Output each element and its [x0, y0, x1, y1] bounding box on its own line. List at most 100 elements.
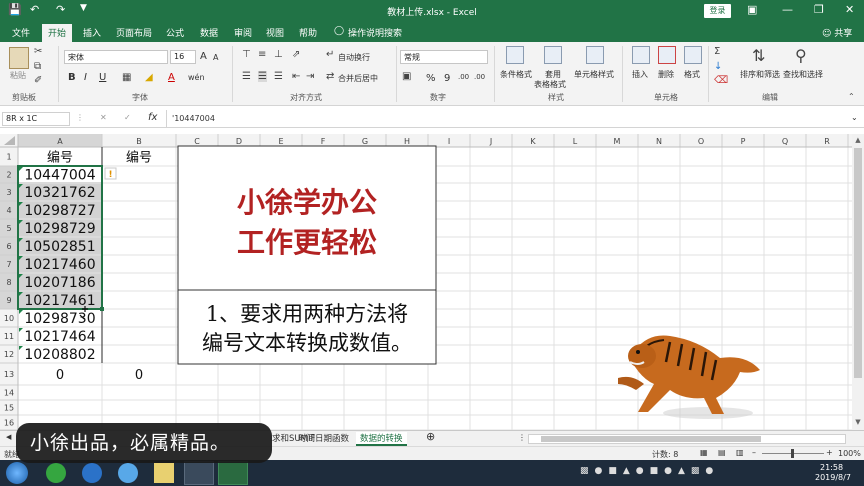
fill-handle[interactable] — [100, 307, 104, 311]
delete-cells-button[interactable]: 删除 — [658, 69, 674, 80]
find-select-icon[interactable]: ⚲ — [795, 46, 807, 65]
cell-a12[interactable]: 10208802 — [24, 347, 95, 363]
fill-color-icon[interactable]: ◢ — [145, 72, 153, 83]
wrap-text-button[interactable]: 自动换行 — [338, 52, 370, 63]
orientation-icon[interactable]: ⇗ — [292, 49, 300, 60]
tab-review[interactable]: 审阅 — [234, 26, 252, 39]
column-header[interactable]: D — [236, 137, 242, 146]
borders-icon[interactable]: ▦ — [122, 72, 131, 83]
row-header[interactable]: 3 — [6, 188, 11, 197]
tab-data[interactable]: 数据 — [200, 26, 218, 39]
align-right-icon[interactable]: ☰ — [274, 71, 283, 82]
column-header[interactable]: I — [448, 137, 450, 146]
font-size-select[interactable]: 16 — [170, 50, 196, 64]
sort-filter-button[interactable]: 排序和筛选 — [740, 69, 780, 80]
cancel-entry-icon[interactable]: ✕ — [100, 113, 107, 122]
collapse-ribbon-icon[interactable]: ⌃ — [848, 92, 855, 101]
cell-styles-button[interactable]: 单元格样式 — [574, 69, 614, 80]
decrease-font-icon[interactable]: A — [213, 53, 218, 62]
app-icon-k[interactable] — [82, 463, 102, 483]
tab-page-layout[interactable]: 页面布局 — [116, 26, 152, 39]
scroll-up-icon[interactable]: ▲ — [853, 136, 863, 146]
align-center-icon[interactable]: ☰ — [258, 71, 267, 82]
cell-b1[interactable]: 编号 — [126, 151, 152, 166]
column-header[interactable]: Q — [782, 137, 788, 146]
cell-a3[interactable]: 10321762 — [24, 185, 95, 201]
clock-date[interactable]: 2019/8/7 — [815, 473, 851, 482]
close-icon[interactable]: ✕ — [845, 3, 854, 16]
tell-me-search[interactable]: 操作说明搜索 — [348, 26, 402, 39]
accounting-format-icon[interactable]: ▣ — [402, 71, 411, 82]
row-header[interactable]: 9 — [6, 296, 11, 305]
row-header[interactable]: 14 — [4, 389, 14, 398]
increase-font-icon[interactable]: A — [200, 51, 207, 62]
row-header[interactable]: 4 — [6, 206, 11, 215]
sort-filter-icon[interactable]: ⇅ — [752, 46, 765, 65]
column-header[interactable]: K — [530, 137, 536, 146]
tab-formulas[interactable]: 公式 — [166, 26, 184, 39]
app-icon-cloud[interactable] — [118, 463, 138, 483]
horizontal-scrollbar-thumb[interactable] — [541, 436, 761, 442]
cell-a7[interactable]: 10217460 — [24, 257, 95, 273]
phonetic-button[interactable]: wén — [188, 73, 205, 82]
row-header[interactable]: 15 — [4, 404, 14, 413]
insert-cells-button[interactable]: 插入 — [632, 69, 648, 80]
underline-button[interactable]: U — [99, 72, 106, 83]
conditional-formatting-button[interactable]: 条件格式 — [500, 69, 532, 80]
cut-icon[interactable]: ✂ — [34, 46, 42, 57]
horizontal-scrollbar[interactable] — [528, 434, 846, 444]
expand-formula-icon[interactable]: ⌄ — [851, 113, 858, 122]
sheet-tab-datetime-functions[interactable]: 时间日期函数 — [298, 432, 349, 444]
delete-cells-icon[interactable] — [658, 46, 676, 64]
increase-indent-icon[interactable]: ⇥ — [306, 71, 314, 82]
vertical-scrollbar[interactable]: ▲ ▼ — [852, 134, 864, 430]
cell-a11[interactable]: 10217464 — [24, 329, 95, 345]
clear-icon[interactable]: ⌫ — [714, 75, 728, 86]
cell-a5[interactable]: 10298729 — [24, 221, 95, 237]
app-icon-folder[interactable] — [184, 461, 214, 485]
merge-center-icon[interactable]: ⇄ — [326, 71, 334, 82]
row-header[interactable]: 1 — [6, 153, 11, 162]
paste-icon[interactable] — [9, 47, 29, 69]
align-middle-icon[interactable]: ≡ — [258, 49, 266, 60]
formula-input[interactable]: '10447004 — [172, 114, 215, 123]
cell-a6[interactable]: 10502851 — [24, 239, 95, 255]
align-bottom-icon[interactable]: ⊥ — [274, 49, 283, 60]
row-header[interactable]: 2 — [6, 171, 11, 180]
cell-a13[interactable]: 0 — [56, 368, 64, 383]
tab-home[interactable]: 开始 — [42, 24, 73, 42]
format-painter-icon[interactable]: ✐ — [34, 75, 42, 86]
copy-icon[interactable]: ⧉ — [34, 61, 41, 72]
minimize-icon[interactable]: — — [782, 3, 793, 16]
app-icon-media[interactable] — [154, 463, 174, 483]
format-cells-button[interactable]: 格式 — [684, 69, 700, 80]
format-as-table-label-2[interactable]: 表格格式 — [534, 79, 566, 90]
restore-icon[interactable]: ❐ — [814, 3, 824, 16]
cell-styles-icon[interactable] — [586, 46, 604, 64]
row-header[interactable]: 13 — [4, 370, 14, 379]
name-box[interactable]: 8R x 1C — [2, 112, 70, 126]
column-header[interactable]: N — [656, 137, 662, 146]
warning-icon[interactable]: ! — [108, 170, 112, 180]
add-sheet-icon[interactable]: ⊕ — [426, 430, 435, 443]
cell-a4[interactable]: 10298727 — [24, 203, 95, 219]
page-layout-view-icon[interactable]: ▤ — [718, 448, 726, 457]
italic-button[interactable]: I — [84, 72, 87, 83]
login-button[interactable]: 登录 — [704, 4, 731, 18]
ribbon-display-options-icon[interactable]: ▣ — [747, 3, 757, 16]
row-header[interactable]: 6 — [6, 242, 11, 251]
column-header[interactable]: B — [136, 137, 142, 146]
wrap-text-icon[interactable]: ↵ — [326, 49, 334, 60]
row-header[interactable]: 10 — [4, 314, 14, 323]
comma-button[interactable]: 9 — [444, 73, 450, 84]
system-tray[interactable]: ▩●■▲●■●▲▩● — [580, 466, 780, 480]
cell-a2[interactable]: 10447004 — [24, 168, 95, 184]
zoom-slider-thumb[interactable] — [791, 449, 794, 458]
zoom-level[interactable]: 100% — [838, 449, 861, 458]
row-header[interactable]: 12 — [4, 350, 14, 359]
column-header[interactable]: L — [573, 137, 578, 146]
autosum-icon[interactable]: Σ — [714, 46, 720, 57]
sheet-tab-data-conversion[interactable]: 数据的转换 — [356, 432, 407, 446]
scroll-down-icon[interactable]: ▼ — [853, 418, 863, 428]
insert-cells-icon[interactable] — [632, 46, 650, 64]
